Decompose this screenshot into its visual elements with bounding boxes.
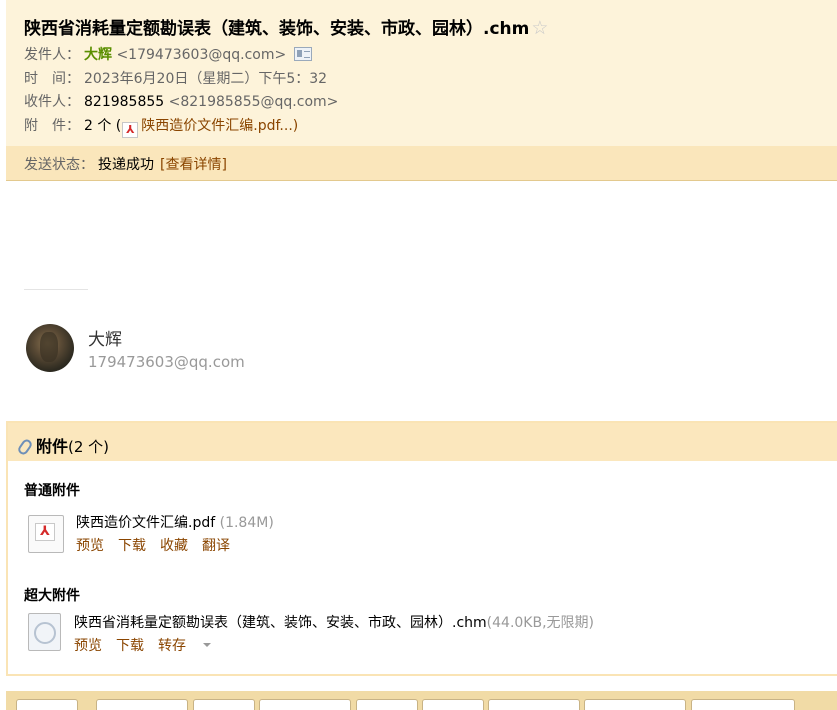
translate-link[interactable]: 翻译 [202,538,230,554]
view-details-link[interactable]: [查看详情] [160,157,227,173]
paperclip-icon [16,437,34,457]
attachments-count: (2 个) [68,438,110,456]
pdf-file-icon[interactable]: ⅄ [28,515,64,553]
status-label: 发送状态： [24,157,94,173]
signature-name: 大辉 [88,330,122,350]
time-label: 时 间： [24,71,80,87]
file-size: (1.84M) [219,515,274,531]
signature-divider [24,289,88,290]
file-actions: 预览 下载 转存 [74,635,239,655]
toolbar-button[interactable] [584,699,686,710]
preview-link[interactable]: 预览 [74,638,102,654]
to-label: 收件人： [24,94,80,110]
from-row: 发件人： 大辉 <179473603@qq.com> [24,45,313,65]
recipient-email[interactable]: <821985855@qq.com> [169,94,339,110]
file-size: (44.0KB,无限期) [486,615,595,631]
attachment-label: 附 件： [24,118,80,134]
large-attachments-heading: 超大附件 [24,588,80,604]
attachment-item[interactable]: 陕西省消耗量定额勘误表（建筑、装饰、安装、市政、园林）.chm(44.0KB,无… [74,612,594,632]
attachment-item[interactable]: 陕西造价文件汇编.pdf (1.84M) [76,512,274,532]
signature-email[interactable]: 179473603@qq.com [88,353,245,371]
toolbar-button[interactable] [259,699,351,710]
delivery-status-bar: 发送状态： 投递成功 [查看详情] [6,146,837,181]
save-to-label[interactable]: 转存 [158,638,186,654]
file-name[interactable]: 陕西省消耗量定额勘误表（建筑、装饰、安装、市政、园林）.chm [74,615,487,631]
recipient-name[interactable]: 821985855 [84,94,164,110]
toolbar-button[interactable] [488,699,580,710]
status-value: 投递成功 [98,157,154,173]
attachments-header: 附件(2 个) [8,423,837,461]
attachment-link[interactable]: 陕西造价文件汇编.pdf...) [141,118,298,134]
chm-file-icon[interactable] [28,613,61,651]
toolbar-button[interactable] [422,699,484,710]
toolbar-button[interactable] [691,699,795,710]
download-link[interactable]: 下载 [116,638,144,654]
file-actions: 预览 下载 收藏 翻译 [76,535,244,555]
sender-name[interactable]: 大辉 [84,47,112,63]
save-to-link[interactable]: 转存 [158,638,225,654]
subject-text: 陕西省消耗量定额勘误表（建筑、装饰、安装、市政、园林）.chm [24,19,530,39]
toolbar-button[interactable] [96,699,188,710]
attachments-panel: 附件(2 个) 普通附件 ⅄ 陕西造价文件汇编.pdf (1.84M) 预览 下载… [6,421,837,676]
normal-attachments-heading: 普通附件 [24,483,80,499]
pdf-icon: ⅄ [122,122,139,138]
download-link[interactable]: 下载 [118,538,146,554]
attachment-row: 附 件： 2 个 (⅄ 陕西造价文件汇编.pdf...) [24,116,298,138]
mail-subject: 陕西省消耗量定额勘误表（建筑、装饰、安装、市政、园林）.chm ☆ [24,14,548,39]
contact-card-icon[interactable] [294,47,313,61]
toolbar-button[interactable] [16,699,78,710]
toolbar-button[interactable] [356,699,418,710]
avatar[interactable] [26,324,74,372]
to-row: 收件人： 821985855 <821985855@qq.com> [24,92,338,112]
time-value: 2023年6月20日（星期二）下午5：32 [84,71,328,87]
favorite-link[interactable]: 收藏 [160,538,188,554]
attachment-count: 2 个 ( [84,118,122,134]
preview-link[interactable]: 预览 [76,538,104,554]
time-row: 时 间： 2023年6月20日（星期二）下午5：32 [24,69,327,89]
chevron-down-icon[interactable] [203,643,211,647]
file-name[interactable]: 陕西造价文件汇编.pdf [76,515,215,531]
toolbar-button[interactable] [193,699,255,710]
attachments-title: 附件 [36,437,69,456]
sender-email[interactable]: <179473603@qq.com> [116,47,286,63]
from-label: 发件人： [24,47,80,63]
star-icon[interactable]: ☆ [531,17,548,39]
